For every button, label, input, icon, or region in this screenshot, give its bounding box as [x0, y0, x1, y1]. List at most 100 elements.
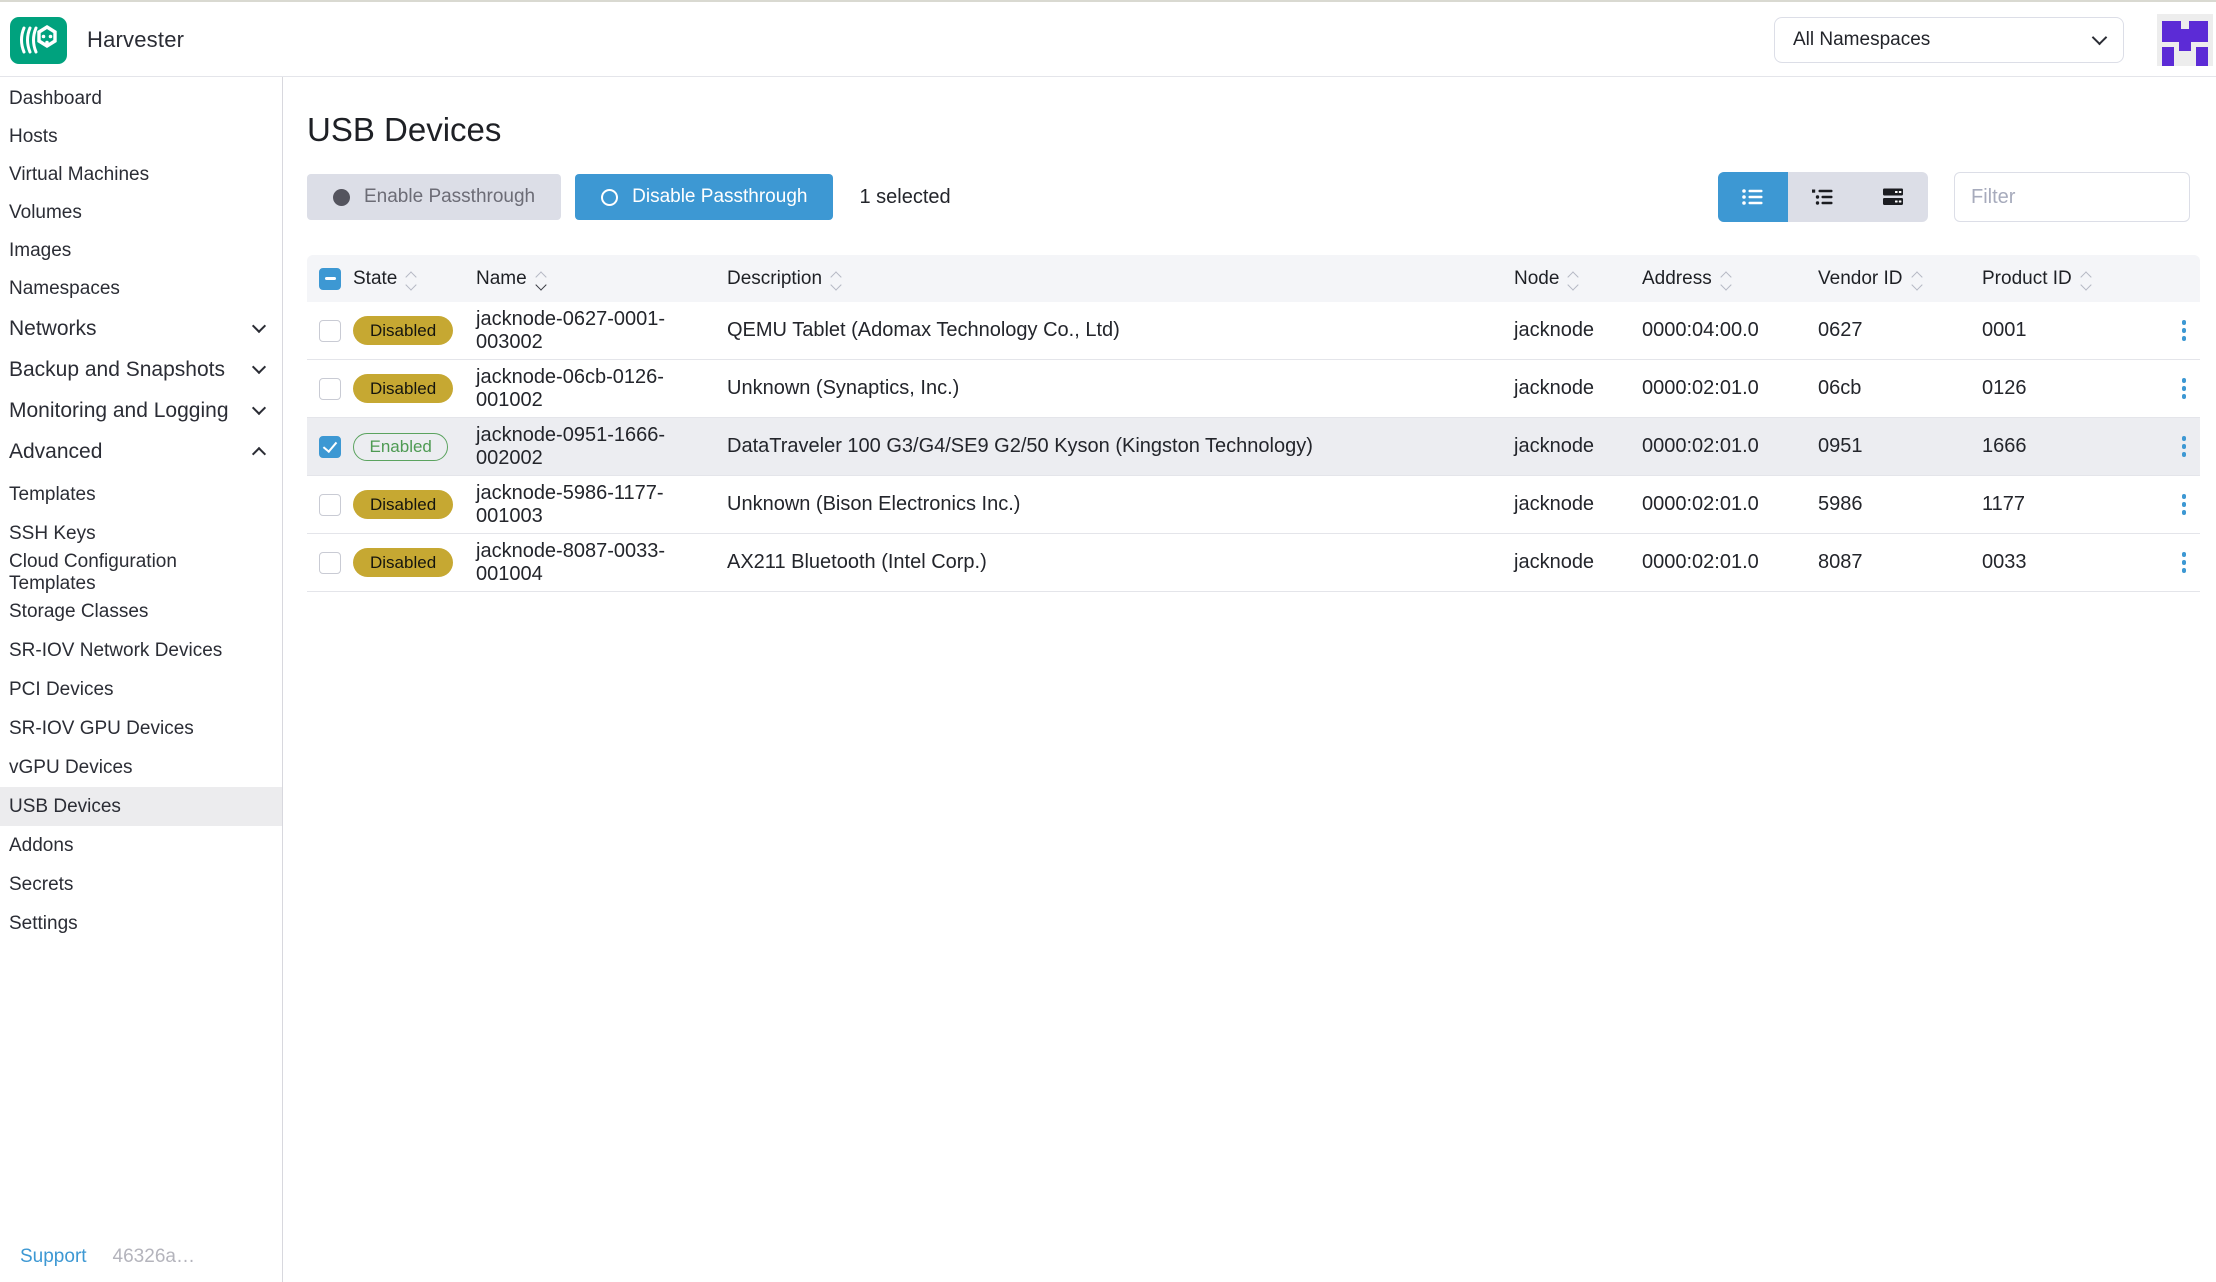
sidebar-item-pci-devices[interactable]: PCI Devices	[0, 670, 282, 709]
product-id-cell: 1666	[1982, 435, 2165, 458]
sidebar-group-label: Advanced	[9, 440, 102, 464]
table-row[interactable]: Enabled jacknode-0951-1666-002002 DataTr…	[307, 418, 2200, 476]
name-cell: jacknode-0627-0001-003002	[476, 308, 727, 354]
chevron-up-icon	[252, 447, 266, 461]
sort-carets-icon	[1913, 268, 1921, 289]
support-link[interactable]: Support	[20, 1246, 87, 1268]
sidebar-item-secrets[interactable]: Secrets	[0, 865, 282, 904]
enable-passthrough-button[interactable]: Enable Passthrough	[307, 174, 561, 220]
sidebar-item-settings[interactable]: Settings	[0, 904, 282, 943]
sidebar-item-label: Storage Classes	[9, 601, 148, 623]
select-all-checkbox[interactable]	[319, 268, 341, 290]
column-header-state[interactable]: State	[353, 268, 476, 290]
sidebar-group-label: Monitoring and Logging	[9, 399, 229, 423]
sidebar-item-storage-classes[interactable]: Storage Classes	[0, 592, 282, 631]
enable-passthrough-icon	[333, 189, 350, 206]
row-actions-menu-icon[interactable]	[2182, 552, 2187, 573]
usb-devices-table: State NameDescription NodeAddress Vendor ID…	[307, 255, 2200, 592]
name-cell: jacknode-8087-0033-001004	[476, 540, 727, 586]
namespace-selector-value: All Namespaces	[1793, 29, 1930, 51]
sidebar-item-label: Volumes	[9, 202, 82, 224]
table-row[interactable]: Disabled jacknode-5986-1177-001003 Unkno…	[307, 476, 2200, 534]
app-title: Harvester	[87, 27, 184, 53]
address-cell: 0000:04:00.0	[1642, 319, 1818, 342]
sidebar-item-usb-devices[interactable]: USB Devices	[0, 787, 282, 826]
sidebar-group-monitoring-and-logging[interactable]: Monitoring and Logging	[0, 390, 282, 431]
row-checkbox[interactable]	[319, 378, 341, 400]
table-row[interactable]: Disabled jacknode-06cb-0126-001002 Unkno…	[307, 360, 2200, 418]
sidebar-item-images[interactable]: Images	[0, 232, 282, 270]
state-cell: Disabled	[353, 490, 476, 519]
filter-input[interactable]	[1954, 172, 2190, 222]
sidebar-group-label: Backup and Snapshots	[9, 358, 225, 382]
address-cell: 0000:02:01.0	[1642, 435, 1818, 458]
sidebar-item-label: vGPU Devices	[9, 757, 133, 779]
chevron-down-icon	[252, 360, 266, 374]
column-header-description[interactable]: Description	[727, 268, 1514, 290]
cards-view-button[interactable]	[1858, 172, 1928, 222]
status-badge: Enabled	[353, 433, 448, 461]
row-checkbox[interactable]	[319, 436, 341, 458]
table-row[interactable]: Disabled jacknode-8087-0033-001004 AX211…	[307, 534, 2200, 592]
column-header-address[interactable]: Address	[1642, 268, 1818, 290]
sidebar-item-templates[interactable]: Templates	[0, 475, 282, 514]
sidebar-group-networks[interactable]: Networks	[0, 308, 282, 349]
row-actions-menu-icon[interactable]	[2182, 436, 2187, 457]
sidebar-item-cloud-configuration-templates[interactable]: Cloud Configuration Templates	[0, 553, 282, 592]
sidebar-item-vgpu-devices[interactable]: vGPU Devices	[0, 748, 282, 787]
chevron-down-icon	[252, 401, 266, 415]
row-actions-menu-icon[interactable]	[2182, 494, 2187, 515]
view-toggle	[1718, 172, 1928, 222]
chevron-down-icon	[252, 319, 266, 333]
address-cell: 0000:02:01.0	[1642, 377, 1818, 400]
vendor-id-cell: 0627	[1818, 319, 1982, 342]
table-row[interactable]: Disabled jacknode-0627-0001-003002 QEMU …	[307, 302, 2200, 360]
column-label: State	[353, 268, 397, 290]
sidebar-item-label: SSH Keys	[9, 523, 96, 545]
status-badge: Disabled	[353, 374, 453, 403]
grouped-view-button[interactable]	[1788, 172, 1858, 222]
row-actions-menu-icon[interactable]	[2182, 320, 2187, 341]
harvester-logo-icon[interactable]	[10, 17, 67, 64]
sidebar-item-label: Addons	[9, 835, 73, 857]
disable-passthrough-label: Disable Passthrough	[632, 186, 807, 208]
sidebar-group-backup-and-snapshots[interactable]: Backup and Snapshots	[0, 349, 282, 390]
list-view-button[interactable]	[1718, 172, 1788, 222]
sidebar-item-addons[interactable]: Addons	[0, 826, 282, 865]
row-checkbox[interactable]	[319, 494, 341, 516]
sidebar-group-advanced[interactable]: Advanced	[0, 431, 282, 472]
sidebar-item-namespaces[interactable]: Namespaces	[0, 270, 282, 308]
sidebar-item-sr-iov-network-devices[interactable]: SR-IOV Network Devices	[0, 631, 282, 670]
sidebar-item-label: PCI Devices	[9, 679, 114, 701]
sort-carets-icon	[2082, 268, 2090, 289]
address-cell: 0000:02:01.0	[1642, 493, 1818, 516]
column-header-node[interactable]: Node	[1514, 268, 1642, 290]
sidebar-item-ssh-keys[interactable]: SSH Keys	[0, 514, 282, 553]
product-id-cell: 0001	[1982, 319, 2165, 342]
row-actions-menu-icon[interactable]	[2182, 378, 2187, 399]
sidebar-item-hosts[interactable]: Hosts	[0, 118, 282, 156]
sidebar-item-volumes[interactable]: Volumes	[0, 194, 282, 232]
sidebar-item-sr-iov-gpu-devices[interactable]: SR-IOV GPU Devices	[0, 709, 282, 748]
column-header-name[interactable]: Name	[476, 268, 727, 290]
node-cell: jacknode	[1514, 435, 1642, 458]
sidebar-item-virtual-machines[interactable]: Virtual Machines	[0, 156, 282, 194]
disable-passthrough-button[interactable]: Disable Passthrough	[575, 174, 833, 220]
namespace-selector[interactable]: All Namespaces	[1774, 17, 2124, 63]
column-header-product-id[interactable]: Product ID	[1982, 268, 2165, 290]
sidebar-item-label: USB Devices	[9, 796, 121, 818]
row-checkbox[interactable]	[319, 552, 341, 574]
sidebar-footer: Support 46326a…	[0, 1246, 282, 1268]
sidebar-item-dashboard[interactable]: Dashboard	[0, 80, 282, 118]
state-cell: Disabled	[353, 548, 476, 577]
column-header-vendor-id[interactable]: Vendor ID	[1818, 268, 1982, 290]
row-checkbox[interactable]	[319, 320, 341, 342]
version-label: 46326a…	[113, 1246, 195, 1268]
table-body: Disabled jacknode-0627-0001-003002 QEMU …	[307, 302, 2200, 592]
column-label: Description	[727, 268, 822, 290]
column-label: Address	[1642, 268, 1712, 290]
user-avatar[interactable]	[2157, 14, 2213, 66]
vendor-id-cell: 06cb	[1818, 377, 1982, 400]
column-label: Vendor ID	[1818, 268, 1903, 290]
product-id-cell: 1177	[1982, 493, 2165, 516]
